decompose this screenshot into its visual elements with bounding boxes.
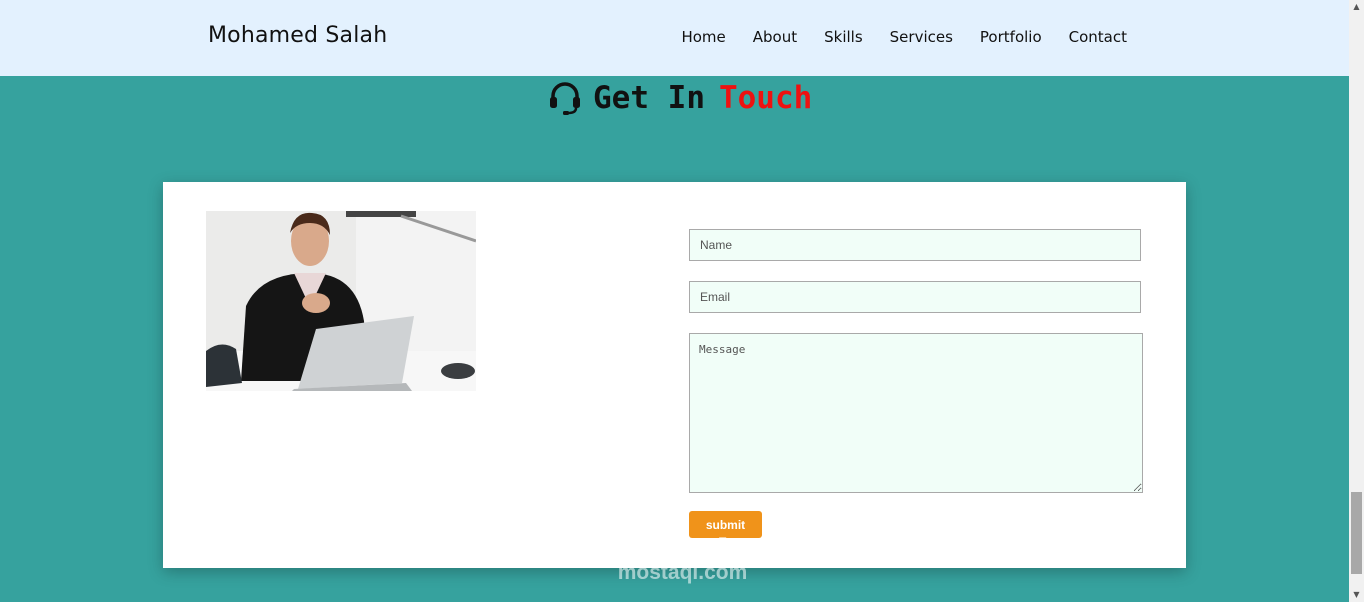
site-header: Mohamed Salah Home About Skills Services…: [0, 0, 1349, 76]
email-input[interactable]: [689, 281, 1141, 313]
main-nav: Home About Skills Services Portfolio Con…: [654, 28, 1127, 46]
scroll-up-arrow-icon[interactable]: ▲: [1349, 0, 1364, 14]
scrollbar-thumb[interactable]: [1351, 492, 1362, 574]
nav-services[interactable]: Services: [890, 28, 953, 46]
headset-icon: [550, 82, 580, 115]
nav-contact[interactable]: Contact: [1069, 28, 1127, 46]
nav-home[interactable]: Home: [681, 28, 725, 46]
nav-about[interactable]: About: [753, 28, 797, 46]
name-input[interactable]: [689, 229, 1141, 261]
brand-name[interactable]: Mohamed Salah: [208, 23, 387, 48]
nav-portfolio[interactable]: Portfolio: [980, 28, 1042, 46]
page-scrollbar[interactable]: ▲ ▼: [1349, 0, 1364, 602]
section-heading: Get In Touch: [547, 78, 812, 118]
nav-skills[interactable]: Skills: [824, 28, 863, 46]
heading-text-get-in: Get In: [593, 80, 705, 116]
contact-photo: [206, 211, 476, 391]
submit-button[interactable]: submit: [689, 511, 762, 538]
contact-card: submit: [163, 182, 1186, 568]
heading-text-touch: Touch: [718, 80, 813, 116]
scroll-down-arrow-icon[interactable]: ▼: [1349, 588, 1364, 602]
man-at-laptop-image: [206, 211, 476, 391]
message-textarea[interactable]: [689, 333, 1143, 493]
